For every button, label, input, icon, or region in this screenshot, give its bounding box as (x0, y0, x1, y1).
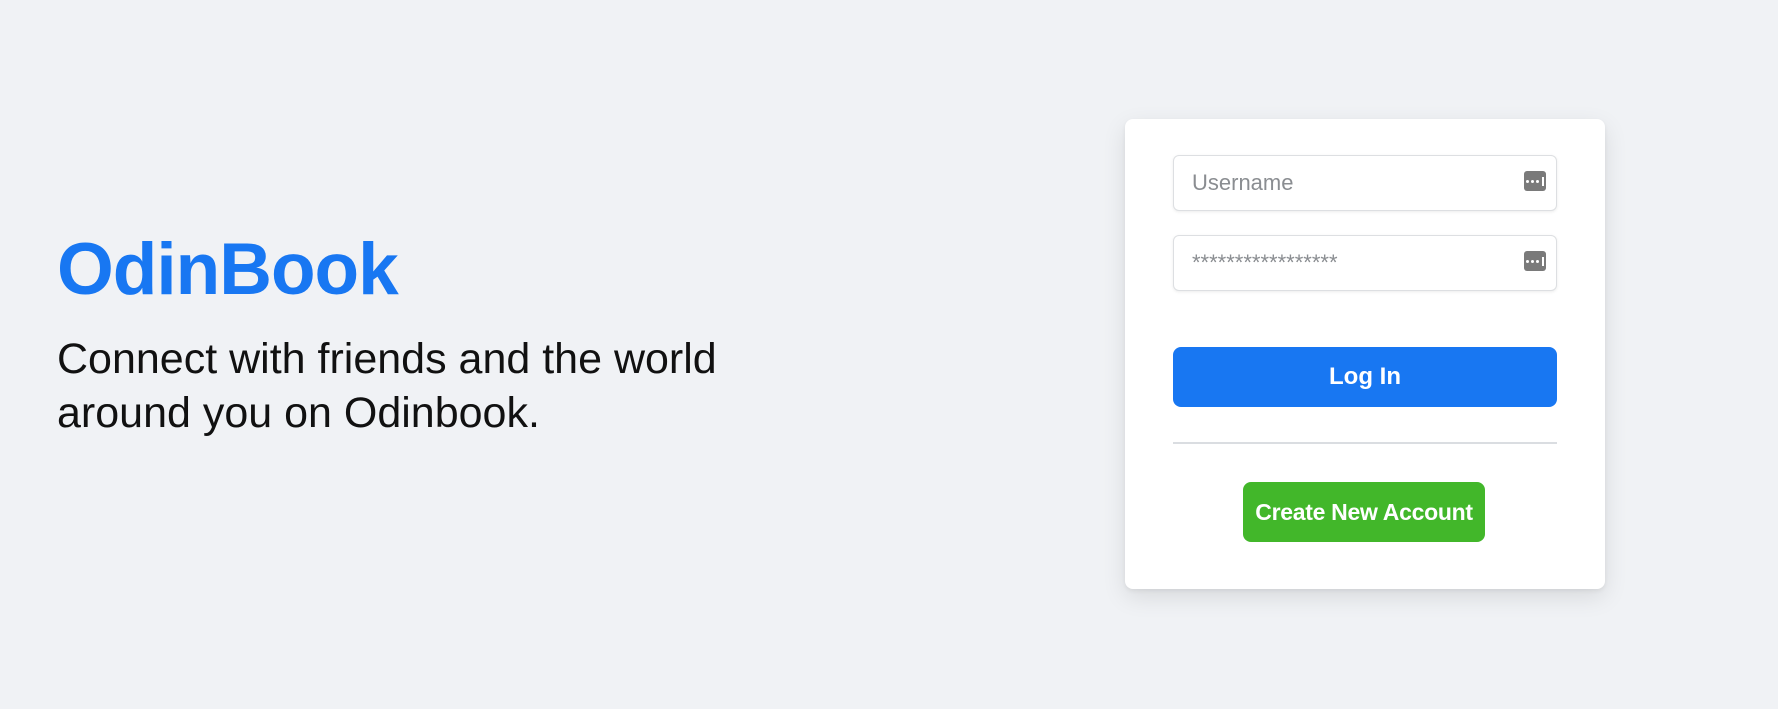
create-new-account-button[interactable]: Create New Account (1243, 482, 1485, 542)
brand-section: OdinBook Connect with friends and the wo… (57, 229, 857, 440)
username-input[interactable] (1174, 156, 1556, 210)
brand-tagline: Connect with friends and the world aroun… (57, 335, 717, 438)
login-card: Log In Create New Account (1125, 119, 1605, 589)
login-page: OdinBook Connect with friends and the wo… (0, 0, 1778, 709)
login-button[interactable]: Log In (1173, 347, 1557, 407)
username-field (1173, 155, 1557, 211)
brand-logo-title: OdinBook (57, 229, 399, 310)
password-field (1173, 235, 1557, 291)
password-input[interactable] (1174, 236, 1556, 290)
password-manager-key-icon[interactable] (1524, 171, 1546, 191)
divider (1173, 442, 1557, 444)
password-manager-key-icon[interactable] (1524, 251, 1546, 271)
